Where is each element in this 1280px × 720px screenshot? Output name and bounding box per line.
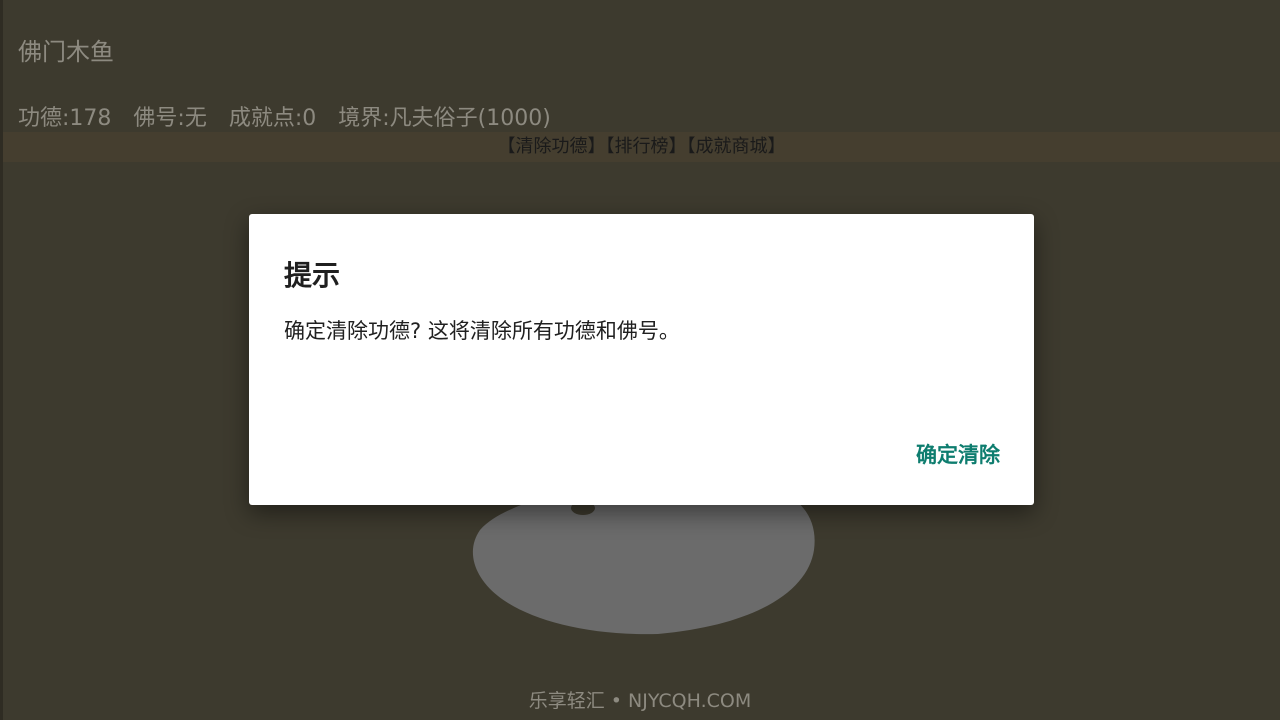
- achievement-shop-link[interactable]: 【成就商城】: [687, 136, 786, 157]
- leaderboard-link[interactable]: 【排行榜】: [606, 136, 687, 157]
- dialog-title: 提示: [284, 259, 341, 292]
- achievement-points: 成就点:0: [228, 106, 317, 131]
- app-title: 佛门木鱼: [18, 38, 114, 66]
- realm-level: 境界:凡夫俗子(1000): [338, 106, 551, 131]
- merit-count: 功德:178: [18, 106, 112, 131]
- dialog-message: 确定清除功德? 这将清除所有功德和佛号。: [284, 319, 680, 343]
- buddha-name: 佛号:无: [133, 106, 207, 131]
- footer-watermark: 乐享轻汇 • NJYCQH.COM: [528, 690, 752, 712]
- stats-line: 功德:178 佛号:无 成就点:0 境界:凡夫俗子(1000): [18, 100, 566, 132]
- confirm-clear-button[interactable]: 确定清除: [916, 439, 1000, 469]
- confirm-dialog: 提示 确定清除功德? 这将清除所有功德和佛号。 确定清除: [249, 214, 1034, 505]
- clear-merit-link[interactable]: 【清除功德】: [498, 136, 606, 157]
- left-edge-strip: [0, 0, 3, 720]
- menu-bar: 【清除功德】【排行榜】【成就商城】: [3, 132, 1280, 162]
